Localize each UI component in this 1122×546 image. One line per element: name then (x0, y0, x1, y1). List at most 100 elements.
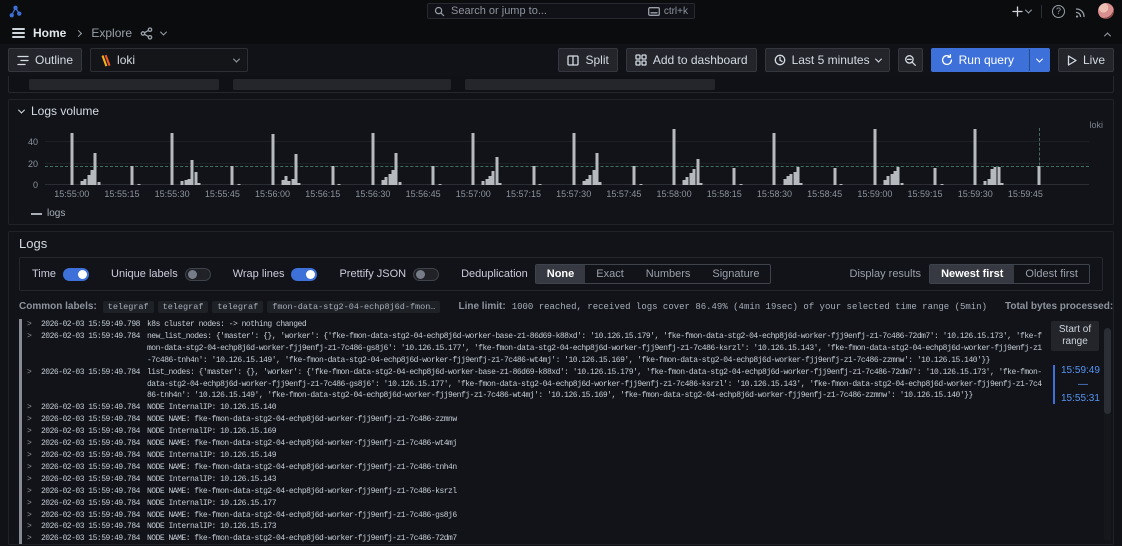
gridline (45, 141, 1089, 142)
expand-chevron-icon[interactable]: > (27, 510, 37, 522)
expand-chevron-icon[interactable]: > (27, 474, 37, 486)
scrollbar[interactable] (1104, 328, 1111, 541)
expand-chevron-icon[interactable]: > (27, 426, 37, 438)
log-row[interactable]: >2026-02-03 15:59:49.784NODE InternalIP:… (19, 402, 1043, 414)
outline-button[interactable]: Outline (8, 48, 82, 72)
breadcrumb-home[interactable]: Home (33, 26, 66, 40)
expand-chevron-icon[interactable]: > (27, 450, 37, 462)
dedup-option-none[interactable]: None (536, 265, 586, 283)
unique-labels-toggle[interactable] (185, 268, 211, 281)
log-row[interactable]: >2026-02-03 15:59:49.784NODE NAME: fke-f… (19, 438, 1043, 450)
y-axis-label: 0 (33, 180, 38, 190)
query-editor-row[interactable] (8, 76, 1114, 93)
order-option-oldest-first[interactable]: Oldest first (1014, 265, 1089, 283)
bar (696, 159, 699, 185)
run-query-button[interactable]: Run query (931, 48, 1050, 72)
loki-logo-icon (99, 54, 111, 67)
menu-icon[interactable] (12, 28, 25, 38)
bar (833, 168, 836, 185)
log-row[interactable]: >2026-02-03 15:59:49.784NODE InternalIP:… (19, 521, 1043, 533)
bar (294, 154, 297, 185)
dedup-option-numbers[interactable]: Numbers (635, 265, 702, 283)
help-icon[interactable]: ? (1052, 5, 1065, 18)
query-label-filter[interactable] (233, 79, 451, 90)
query-label-filter[interactable] (465, 79, 715, 90)
play-icon (1067, 55, 1077, 66)
bar (572, 133, 575, 185)
log-message: NODE NAME: fke-fmon-data-stg2-04-echp8j6… (147, 462, 1043, 474)
run-query-dropdown[interactable] (1029, 49, 1049, 71)
log-row[interactable]: >2026-02-03 15:59:49.784NODE NAME: fke-f… (19, 533, 1043, 545)
expand-chevron-icon[interactable]: > (27, 533, 37, 545)
live-button[interactable]: Live (1058, 48, 1114, 72)
log-row[interactable]: >2026-02-03 15:59:49.784NODE NAME: fke-f… (19, 462, 1043, 474)
expand-chevron-icon[interactable]: > (27, 414, 37, 426)
collapse-section-icon[interactable] (18, 106, 25, 113)
display-results-label: Display results (850, 268, 922, 280)
split-button[interactable]: Split (558, 48, 617, 72)
expand-chevron-icon[interactable]: > (27, 402, 37, 414)
bar (438, 184, 441, 185)
bar (338, 184, 341, 185)
expand-chevron-icon[interactable]: > (27, 462, 37, 474)
dedup-option-exact[interactable]: Exact (585, 265, 635, 283)
log-row[interactable]: >2026-02-03 15:59:49.798k8s cluster node… (19, 319, 1043, 331)
log-timestamp: 2026-02-03 15:59:49.784 (41, 498, 143, 510)
bar (131, 166, 134, 185)
unique-labels-control: Unique labels (111, 268, 211, 281)
bar (940, 184, 943, 185)
search-placeholder: Search or jump to... (451, 5, 642, 17)
add-to-dashboard-button[interactable]: Add to dashboard (626, 48, 757, 72)
breadcrumb-actions-chevron-icon[interactable] (160, 28, 167, 35)
log-row[interactable]: >2026-02-03 15:59:49.784NODE NAME: fke-f… (19, 510, 1043, 522)
share-icon[interactable] (140, 27, 153, 40)
log-row[interactable]: >2026-02-03 15:59:49.784NODE InternalIP:… (19, 498, 1043, 510)
dedup-option-signature[interactable]: Signature (701, 265, 770, 283)
bar (171, 133, 174, 185)
expand-chevron-icon[interactable]: > (27, 486, 37, 498)
log-message: k8s cluster nodes: -> nothing changed (147, 319, 1043, 331)
news-icon[interactable] (1075, 5, 1088, 18)
breadcrumb-explore[interactable]: Explore (91, 26, 132, 40)
bar (499, 183, 502, 185)
line-limit-value: 1000 reached, received logs cover 86.49%… (512, 302, 987, 312)
split-icon (567, 55, 579, 66)
zoom-out-button[interactable] (898, 48, 923, 72)
x-axis-label: 15:57:30 (556, 189, 591, 199)
x-axis-label: 15:59:15 (908, 189, 943, 199)
log-row[interactable]: >2026-02-03 15:59:49.784NODE NAME: fke-f… (19, 486, 1043, 498)
log-nav-time-bottom: 15:55:31 (1061, 393, 1099, 404)
search-input[interactable]: Search or jump to... ctrl+k (427, 3, 695, 19)
log-row[interactable]: >2026-02-03 15:59:49.784NODE InternalIP:… (19, 426, 1043, 438)
x-axis-label: 15:55:45 (205, 189, 240, 199)
new-button[interactable] (1012, 6, 1031, 17)
expand-chevron-icon[interactable]: > (27, 498, 37, 510)
query-label-filter[interactable] (29, 79, 219, 90)
collapse-nav-icon[interactable] (1104, 32, 1111, 39)
time-toggle[interactable] (63, 268, 89, 281)
log-row[interactable]: >2026-02-03 15:59:49.784NODE InternalIP:… (19, 474, 1043, 486)
datasource-name: loki (117, 53, 228, 67)
logs-volume-title: Logs volume (31, 104, 99, 118)
prettify-json-toggle[interactable] (413, 268, 439, 281)
log-row[interactable]: >2026-02-03 15:59:49.784list_nodes: {'ma… (19, 367, 1043, 403)
log-message: NODE InternalIP: 10.126.15.140 (147, 402, 1043, 414)
app-logo[interactable] (8, 4, 23, 19)
order-option-newest-first[interactable]: Newest first (930, 265, 1014, 283)
avatar[interactable] (1098, 3, 1114, 19)
datasource-picker[interactable]: loki (90, 48, 248, 72)
log-nav-timeline[interactable]: 15:59:49 — 15:55:31 (1053, 365, 1099, 404)
expand-chevron-icon[interactable]: > (27, 521, 37, 533)
log-row[interactable]: >2026-02-03 15:59:49.784new_list_nodes: … (19, 331, 1043, 367)
log-row[interactable]: >2026-02-03 15:59:49.784NODE InternalIP:… (19, 450, 1043, 462)
time-range-picker[interactable]: Last 5 minutes (765, 48, 890, 72)
expand-chevron-icon[interactable]: > (27, 367, 37, 379)
chart-legend[interactable]: logs (31, 208, 1113, 219)
wrap-lines-toggle[interactable] (291, 268, 317, 281)
log-row[interactable]: >2026-02-03 15:59:49.784NODE NAME: fke-f… (19, 414, 1043, 426)
scrollbar-thumb[interactable] (1104, 328, 1111, 414)
expand-chevron-icon[interactable]: > (27, 438, 37, 450)
bar (395, 153, 398, 185)
expand-chevron-icon[interactable]: > (27, 319, 37, 331)
expand-chevron-icon[interactable]: > (27, 331, 37, 343)
